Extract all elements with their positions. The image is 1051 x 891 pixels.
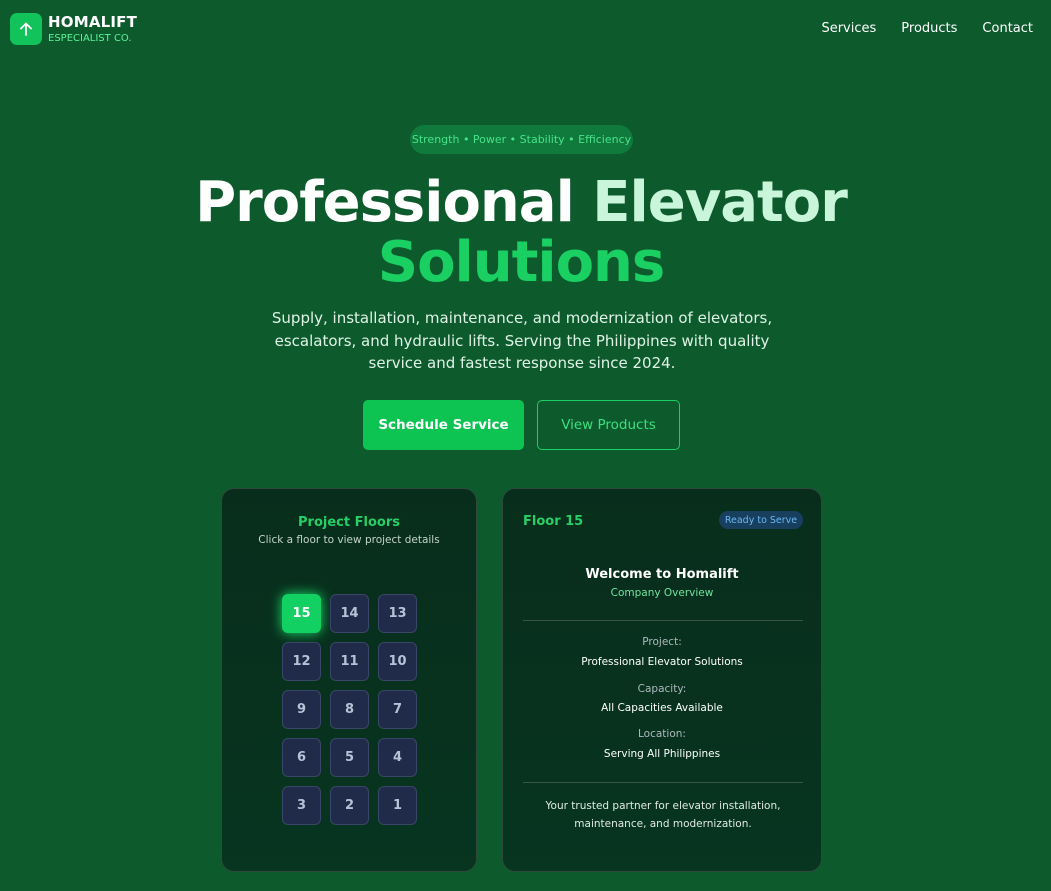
floor-button-6[interactable]: 6 (282, 738, 321, 777)
arrow-up-icon (10, 13, 42, 45)
divider-bottom (523, 782, 803, 783)
welcome-subtitle: Company Overview (610, 587, 714, 599)
location-label: Location: (638, 728, 686, 740)
logo[interactable]: HOMALIFT ESPECIALIST CO. (10, 13, 137, 45)
hero-title: Professional Elevator Solutions (0, 173, 1042, 293)
capacity-label: Capacity: (637, 683, 687, 695)
brand-name: HOMALIFT (48, 12, 138, 31)
nav-services[interactable]: Services (821, 21, 876, 36)
site-header: HOMALIFT ESPECIALIST CO. Services Produc… (0, 0, 1051, 60)
details-footer-line-2: maintenance, and modernization. (574, 818, 752, 830)
main-nav: Services Products Contact (821, 21, 1033, 36)
project-label: Project: (642, 636, 682, 648)
floor-button-4[interactable]: 4 (378, 738, 417, 777)
floors-title: Project Floors (298, 515, 400, 530)
floor-button-3[interactable]: 3 (282, 786, 321, 825)
view-products-button[interactable]: View Products (537, 400, 680, 450)
floor-button-1[interactable]: 1 (378, 786, 417, 825)
floor-button-14[interactable]: 14 (330, 594, 369, 633)
floor-button-11[interactable]: 11 (330, 642, 369, 681)
capacity-value: All Capacities Available (601, 702, 723, 714)
floor-button-12[interactable]: 12 (282, 642, 321, 681)
details-footer-line-1: Your trusted partner for elevator instal… (545, 800, 781, 812)
hero-title-word-1: Professional (195, 170, 575, 235)
status-badge: Ready to Serve (719, 511, 803, 529)
floors-subtitle: Click a floor to view project details (258, 534, 440, 546)
floor-button-2[interactable]: 2 (330, 786, 369, 825)
floor-details-card: Floor 15 Ready to Serve Welcome to Homal… (502, 488, 822, 872)
welcome-title: Welcome to Homalift (585, 567, 739, 582)
divider-top (523, 620, 803, 621)
floor-button-13[interactable]: 13 (378, 594, 417, 633)
brand-subtitle: ESPECIALIST CO. (48, 32, 132, 44)
location-value: Serving All Philippines (603, 748, 721, 760)
schedule-service-button[interactable]: Schedule Service (363, 400, 524, 450)
project-floors-card: Project Floors Click a floor to view pro… (221, 488, 477, 872)
tagline-badge: Strength • Power • Stability • Efficienc… (410, 125, 633, 154)
hero-title-word-2: Elevator (592, 170, 848, 235)
selected-floor-label: Floor 15 (523, 514, 584, 529)
nav-products[interactable]: Products (901, 21, 957, 36)
floor-button-7[interactable]: 7 (378, 690, 417, 729)
hero-title-word-3: Solutions (377, 230, 666, 295)
nav-contact[interactable]: Contact (982, 21, 1033, 36)
details-footer: Your trusted partner for elevator instal… (543, 797, 783, 833)
floor-button-8[interactable]: 8 (330, 690, 369, 729)
floor-button-9[interactable]: 9 (282, 690, 321, 729)
floor-button-15[interactable]: 15 (282, 594, 321, 633)
hero-description: Supply, installation, maintenance, and m… (271, 309, 773, 372)
floor-button-10[interactable]: 10 (378, 642, 417, 681)
floor-button-5[interactable]: 5 (330, 738, 369, 777)
project-value: Professional Elevator Solutions (581, 656, 743, 668)
